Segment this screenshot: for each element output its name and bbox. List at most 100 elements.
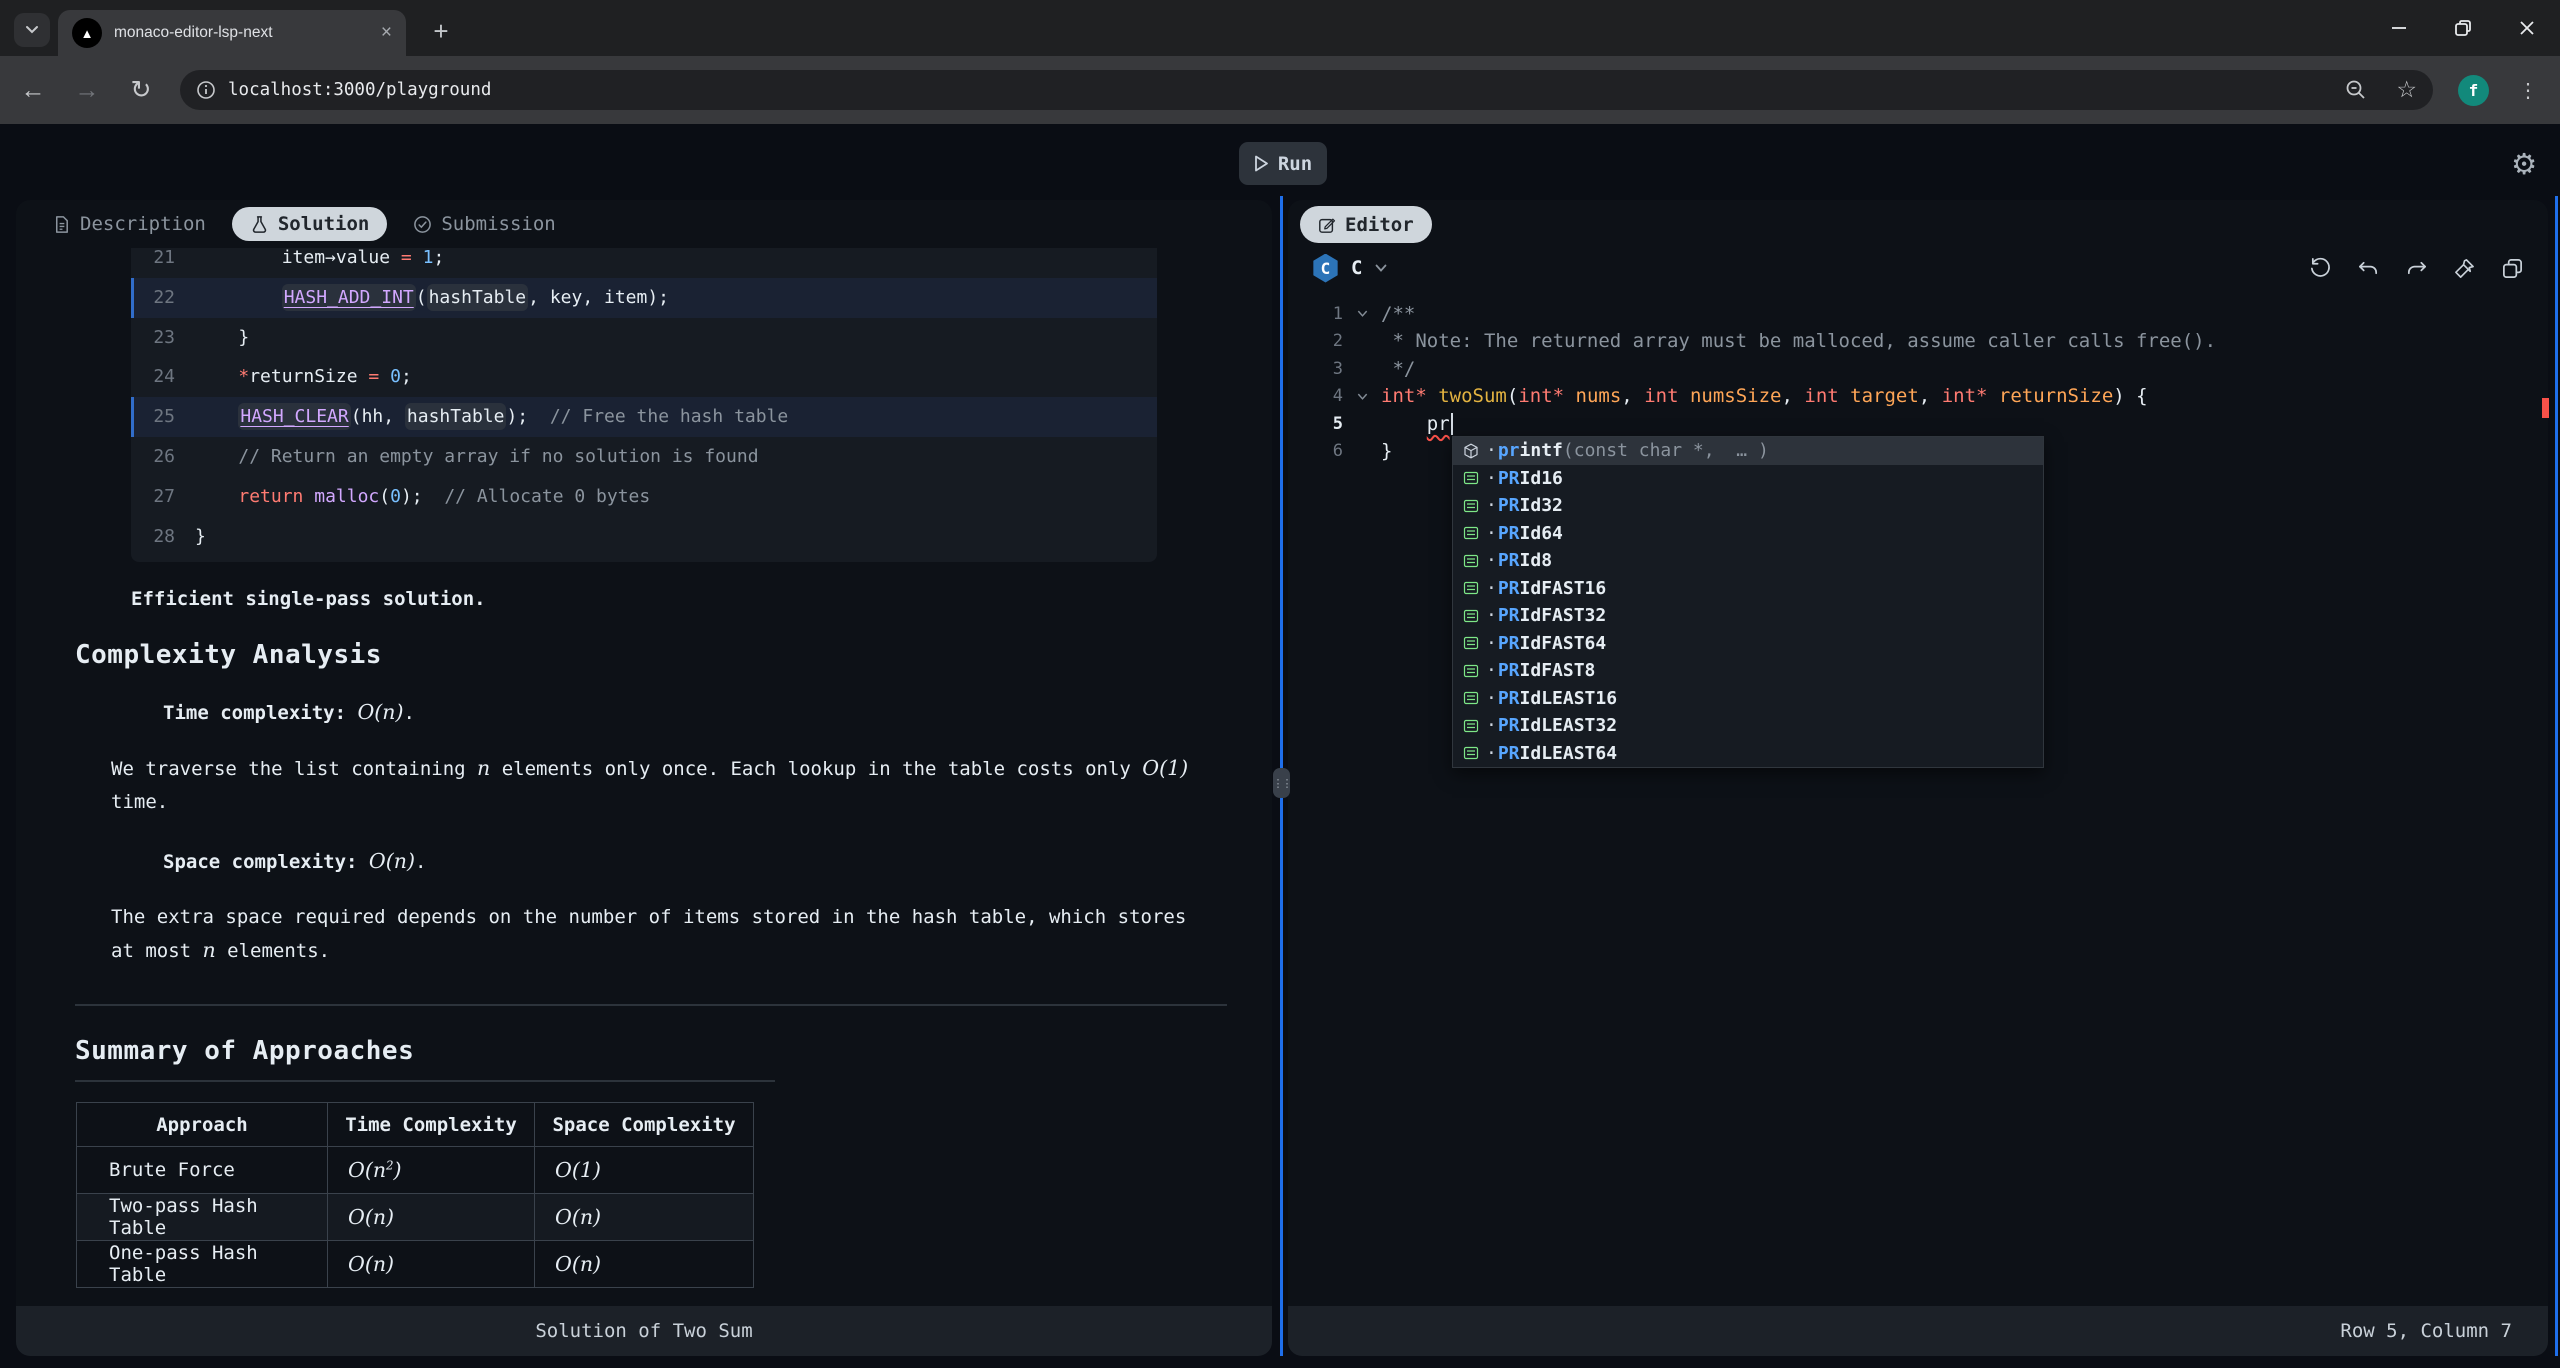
editor-line[interactable]: 4int* twoSum(int* nums, int numsSize, in… — [1288, 383, 2548, 411]
reload-button[interactable]: ↻ — [124, 73, 158, 107]
summary-table: Approach Time Complexity Space Complexit… — [76, 1102, 754, 1288]
solution-note: Efficient single-pass solution. — [131, 588, 1272, 610]
window-controls — [2390, 0, 2550, 56]
autocomplete-widget: ·printf(const char *, … ) ·PRId16 ·PRId3… — [1452, 436, 2044, 768]
table-row: One-pass Hash Table O(n) O(n) — [77, 1241, 754, 1288]
suggestion-item[interactable]: ·PRIdLEAST32 — [1453, 712, 2043, 740]
close-button[interactable] — [2518, 19, 2536, 37]
language-selector-label[interactable]: C — [1351, 257, 1362, 279]
address-bar[interactable]: localhost:3000/playground ☆ — [180, 70, 2433, 110]
editor-toolbar: C C — [1288, 246, 2548, 290]
run-label: Run — [1278, 153, 1312, 175]
field-icon — [1460, 690, 1482, 706]
suggestion-item[interactable]: ·PRId64 — [1453, 520, 2043, 548]
suggestion-item[interactable]: ·PRIdFAST8 — [1453, 657, 2043, 685]
chevron-down-icon[interactable] — [1374, 261, 1388, 275]
code-line: 26 // Return an empty array if no soluti… — [131, 437, 1157, 477]
field-icon — [1460, 745, 1482, 761]
suggestion-item-selected[interactable]: ·printf(const char *, … ) — [1453, 437, 2043, 465]
code-line-highlighted: 25 HASH_CLEAR(hh, hashTable); // Free th… — [131, 397, 1157, 437]
editor-line-current[interactable]: 5 pr — [1288, 410, 2548, 438]
space-complexity-paragraph: The extra space required depends on the … — [111, 901, 1219, 968]
field-icon — [1460, 663, 1482, 679]
copy-button[interactable] — [2500, 256, 2524, 280]
suggestion-item[interactable]: ·PRIdLEAST64 — [1453, 740, 2043, 768]
suggestion-item[interactable]: ·PRId32 — [1453, 492, 2043, 520]
undo-button[interactable] — [2356, 256, 2380, 280]
time-complexity-paragraph: We traverse the list containing n elemen… — [111, 752, 1219, 819]
code-line: 21 item→value = 1; — [131, 248, 1157, 278]
site-info-icon[interactable] — [196, 80, 216, 100]
tab-description-label: Description — [80, 213, 206, 235]
col-approach: Approach — [77, 1103, 328, 1147]
suggestion-item[interactable]: ·PRId16 — [1453, 465, 2043, 493]
nextjs-favicon-icon: ▲ — [72, 18, 102, 48]
zoom-indicator-icon[interactable] — [2344, 78, 2368, 102]
browser-tab[interactable]: ▲ monaco-editor-lsp-next × — [58, 10, 406, 56]
editor-line[interactable]: 3 */ — [1288, 355, 2548, 383]
editor-status-bar: Row 5, Column 7 — [1288, 1306, 2548, 1356]
restore-button[interactable] — [2454, 19, 2472, 37]
field-icon — [1460, 525, 1482, 541]
time-complexity-item: Time complexity: O(n). — [163, 700, 1272, 724]
table-header-row: Approach Time Complexity Space Complexit… — [77, 1103, 754, 1147]
editor-line[interactable]: 2 * Note: The returned array must be mal… — [1288, 328, 2548, 356]
solution-code-block: 21 item→value = 1; 22 HASH_ADD_INT(hashT… — [131, 248, 1157, 562]
field-icon — [1460, 553, 1482, 569]
function-icon — [1460, 443, 1482, 459]
tab-title: monaco-editor-lsp-next — [114, 24, 371, 42]
document-icon — [52, 215, 71, 234]
tab-search-button[interactable] — [14, 13, 50, 47]
browser-menu-icon[interactable]: ⋮ — [2516, 74, 2540, 106]
c-language-icon: C — [1312, 254, 1339, 283]
editor-panel: Editor C C 1/** 2 * Note: The returned a… — [1288, 200, 2548, 1356]
settings-gear-icon[interactable]: ⚙ — [2506, 146, 2542, 182]
editor-line[interactable]: 1/** — [1288, 300, 2548, 328]
flask-icon — [250, 215, 269, 234]
back-button[interactable]: ← — [16, 73, 50, 107]
problem-status-bar: Solution of Two Sum — [16, 1306, 1272, 1356]
run-button[interactable]: Run — [1239, 142, 1327, 185]
avatar[interactable]: f — [2458, 75, 2489, 106]
suggestion-item[interactable]: ·PRIdFAST64 — [1453, 630, 2043, 658]
tab-editor-label: Editor — [1345, 214, 1414, 236]
col-space: Space Complexity — [535, 1103, 754, 1147]
tab-solution[interactable]: Solution — [232, 207, 388, 241]
field-icon — [1460, 608, 1482, 624]
format-brush-button[interactable] — [2452, 256, 2476, 280]
url-text[interactable]: localhost:3000/playground — [228, 80, 2344, 100]
code-line: 27 return malloc(0); // Allocate 0 bytes — [131, 477, 1157, 517]
reset-button[interactable] — [2308, 256, 2332, 280]
code-line-highlighted: 22 HASH_ADD_INT(hashTable, key, item); — [131, 278, 1157, 318]
bookmark-star-icon[interactable]: ☆ — [2396, 77, 2417, 103]
new-tab-button[interactable]: + — [424, 14, 458, 48]
complexity-heading: Complexity Analysis — [75, 640, 1272, 670]
field-icon — [1460, 718, 1482, 734]
tab-submission[interactable]: Submission — [403, 207, 565, 241]
table-row: Two-pass Hash Table O(n) O(n) — [77, 1194, 754, 1241]
code-line: 24 *returnSize = 0; — [131, 357, 1157, 397]
fold-chevron-icon[interactable] — [1343, 307, 1381, 320]
code-line: 23 } — [131, 318, 1157, 358]
tab-solution-label: Solution — [278, 213, 370, 235]
tab-submission-label: Submission — [441, 213, 555, 235]
suggestion-item[interactable]: ·PRIdLEAST16 — [1453, 685, 2043, 713]
panel-right-edge — [2555, 196, 2558, 1356]
minimize-button[interactable] — [2390, 19, 2408, 37]
resize-grip-handle[interactable]: ⋮⋮ — [1273, 768, 1290, 798]
suggestion-item[interactable]: ·PRIdFAST32 — [1453, 602, 2043, 630]
heading-divider — [75, 1080, 775, 1082]
field-icon — [1460, 635, 1482, 651]
suggestion-item[interactable]: ·PRIdFAST16 — [1453, 575, 2043, 603]
tab-editor[interactable]: Editor — [1300, 206, 1432, 243]
redo-button[interactable] — [2404, 256, 2428, 280]
forward-button[interactable]: → — [70, 73, 104, 107]
playground-page: Run ⚙ Description Solution Submission 21… — [0, 124, 2560, 1368]
fold-chevron-icon[interactable] — [1343, 390, 1381, 403]
cursor-position: Row 5, Column 7 — [2340, 1320, 2512, 1342]
overview-ruler-error-marker — [2542, 398, 2549, 418]
tab-description[interactable]: Description — [42, 207, 216, 241]
solution-content: 21 item→value = 1; 22 HASH_ADD_INT(hashT… — [16, 248, 1272, 1306]
tab-close-icon[interactable]: × — [381, 22, 392, 44]
suggestion-item[interactable]: ·PRId8 — [1453, 547, 2043, 575]
